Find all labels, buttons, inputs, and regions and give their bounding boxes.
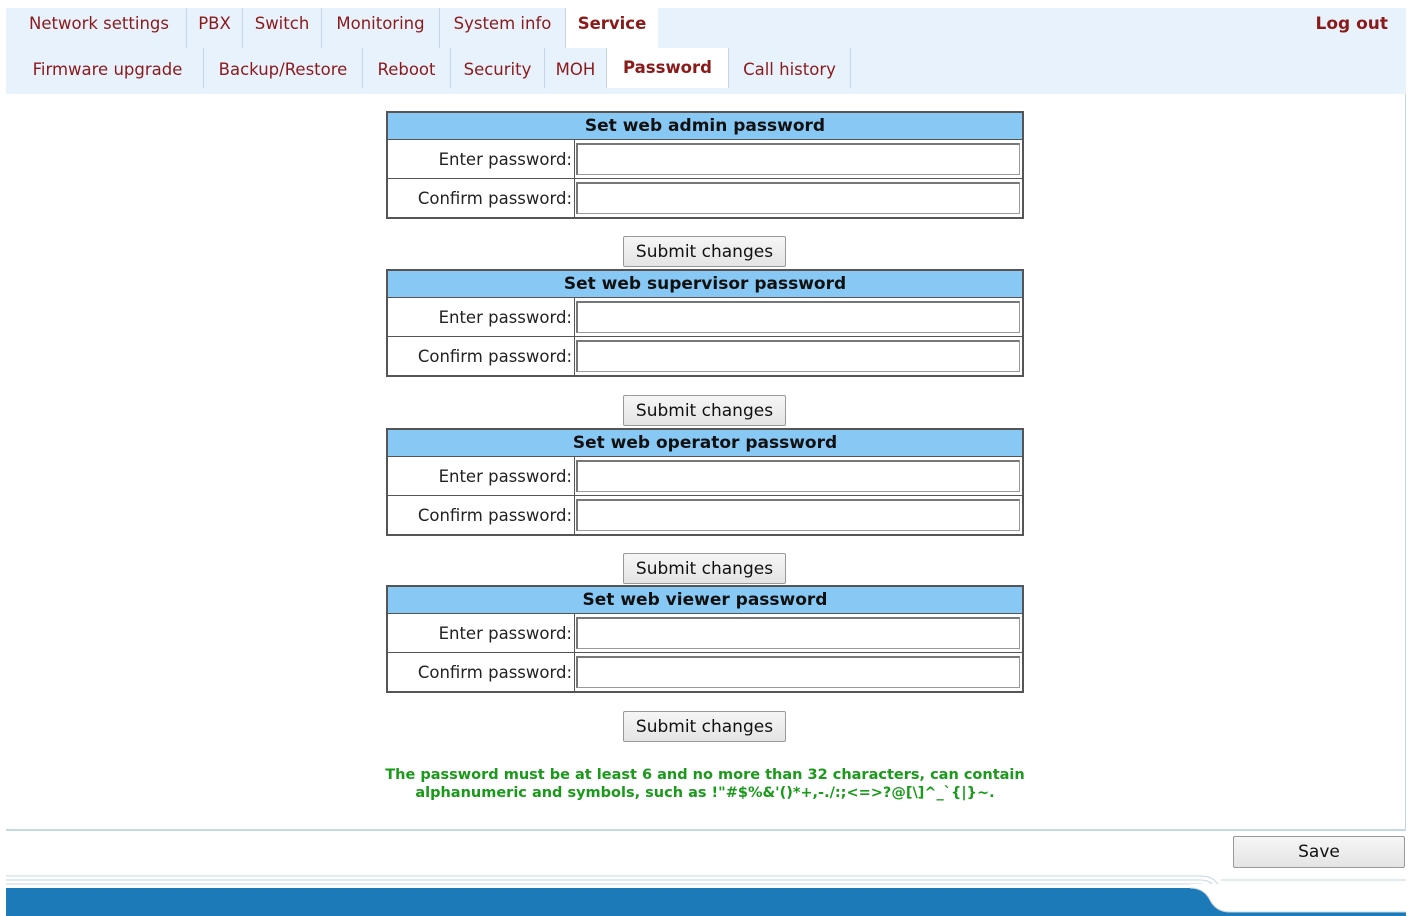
note-line-1: The password must be at least 6 and no m…	[385, 767, 1025, 783]
tab-monitoring[interactable]: Monitoring	[322, 8, 440, 48]
supervisor-submit-button[interactable]: Submit changes	[623, 395, 786, 426]
tab-network-settings[interactable]: Network settings	[12, 8, 187, 48]
tab-service[interactable]: Service	[566, 8, 658, 48]
enter-password-label: Enter password:	[386, 456, 575, 496]
confirm-password-label: Confirm password:	[386, 495, 575, 536]
confirm-password-label: Confirm password:	[386, 178, 575, 219]
section-title: Set web operator password	[386, 428, 1024, 457]
section-title: Set web supervisor password	[386, 269, 1024, 298]
note-line-2: alphanumeric and symbols, such as !"#$%&…	[415, 785, 995, 801]
tab-switch[interactable]: Switch	[243, 8, 322, 48]
tab-pbx[interactable]: PBX	[187, 8, 243, 48]
content-divider	[6, 829, 1406, 831]
viewer-confirm-password-input[interactable]	[576, 656, 1020, 688]
viewer-submit-button[interactable]: Submit changes	[623, 711, 786, 742]
section-title: Set web viewer password	[386, 585, 1024, 614]
save-button[interactable]: Save	[1233, 836, 1405, 868]
operator-submit-button[interactable]: Submit changes	[623, 553, 786, 584]
subtab-moh[interactable]: MOH	[545, 48, 607, 88]
enter-password-label: Enter password:	[386, 613, 575, 653]
admin-password-table: Set web admin password Enter password: C…	[386, 111, 1024, 219]
supervisor-confirm-password-input[interactable]	[576, 340, 1020, 372]
subtab-backup-restore[interactable]: Backup/Restore	[204, 48, 363, 88]
sub-nav: Firmware upgrade Backup/Restore Reboot S…	[6, 48, 1406, 94]
enter-password-label: Enter password:	[386, 297, 575, 337]
tab-system-info[interactable]: System info	[440, 8, 566, 48]
subtab-password[interactable]: Password	[607, 48, 729, 88]
admin-submit-button[interactable]: Submit changes	[623, 236, 786, 267]
operator-confirm-password-input[interactable]	[576, 499, 1020, 531]
subtab-security[interactable]: Security	[451, 48, 545, 88]
subtab-call-history[interactable]: Call history	[729, 48, 851, 88]
confirm-password-label: Confirm password:	[386, 652, 575, 693]
password-rules-note: The password must be at least 6 and no m…	[330, 766, 1080, 802]
admin-confirm-password-input[interactable]	[576, 182, 1020, 214]
confirm-password-label: Confirm password:	[386, 336, 575, 377]
logout-link[interactable]: Log out	[1315, 8, 1388, 40]
top-nav: Network settings PBX Switch Monitoring S…	[6, 8, 1406, 48]
section-title: Set web admin password	[386, 111, 1024, 140]
operator-password-table: Set web operator password Enter password…	[386, 428, 1024, 536]
supervisor-enter-password-input[interactable]	[576, 301, 1020, 333]
subtab-reboot[interactable]: Reboot	[363, 48, 451, 88]
footer-bar-cutout	[1190, 884, 1406, 916]
subtab-firmware-upgrade[interactable]: Firmware upgrade	[12, 48, 204, 88]
enter-password-label: Enter password:	[386, 139, 575, 179]
operator-enter-password-input[interactable]	[576, 460, 1020, 492]
viewer-enter-password-input[interactable]	[576, 617, 1020, 649]
admin-enter-password-input[interactable]	[576, 143, 1020, 175]
viewer-password-table: Set web viewer password Enter password: …	[386, 585, 1024, 693]
supervisor-password-table: Set web supervisor password Enter passwo…	[386, 269, 1024, 377]
